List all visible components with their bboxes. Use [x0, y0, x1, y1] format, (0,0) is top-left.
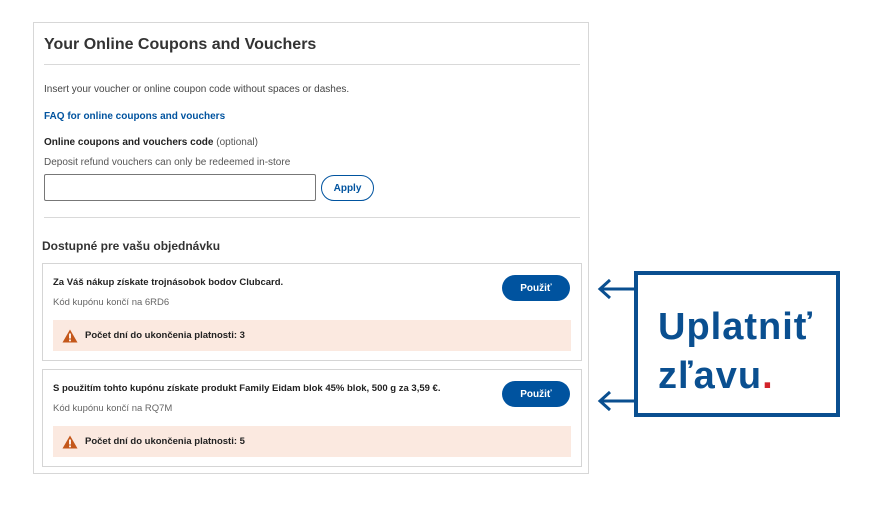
code-field-label: Online coupons and vouchers code (option…: [44, 137, 258, 148]
apply-button[interactable]: Apply: [321, 175, 374, 201]
callout-line-2-text: zľavu: [658, 355, 763, 397]
coupon-code-text: Kód kupónu končí na RQ7M: [53, 403, 173, 414]
faq-link[interactable]: FAQ for online coupons and vouchers: [44, 111, 225, 122]
callout-line-2: zľavu.: [658, 352, 813, 401]
instruction-text: Insert your voucher or online coupon cod…: [44, 84, 350, 95]
expiry-warning-text: Počet dní do ukončenia platnosti: 3: [85, 330, 245, 341]
expiry-warning: Počet dní do ukončenia platnosti: 3: [53, 320, 571, 351]
divider: [44, 217, 580, 218]
use-coupon-button[interactable]: Použiť: [502, 381, 570, 407]
use-coupon-button[interactable]: Použiť: [502, 275, 570, 301]
coupon-description: Za Váš nákup získate trojnásobok bodov C…: [53, 277, 284, 288]
expiry-warning-text: Počet dní do ukončenia platnosti: 5: [85, 436, 245, 447]
optional-label: (optional): [216, 137, 258, 148]
callout-dot: .: [762, 355, 774, 397]
page-title: Your Online Coupons and Vouchers: [44, 36, 317, 53]
callout-text: Uplatniť zľavu.: [658, 303, 813, 401]
coupons-panel: Your Online Coupons and Vouchers Insert …: [33, 22, 589, 474]
warning-triangle-icon: [62, 329, 78, 343]
warning-triangle-icon: [62, 435, 78, 449]
apply-discount-callout: Uplatniť zľavu.: [634, 271, 840, 417]
code-label-text: Online coupons and vouchers code: [44, 137, 214, 148]
deposit-note: Deposit refund vouchers can only be rede…: [44, 157, 291, 168]
callout-line-1: Uplatniť: [658, 306, 813, 348]
coupon-card: S použitím tohto kupónu získate produkt …: [42, 369, 582, 467]
available-heading: Dostupné pre vašu objednávku: [42, 239, 221, 253]
divider: [44, 64, 580, 65]
coupon-code-input[interactable]: [44, 174, 316, 201]
arrow-left-icon: [597, 390, 634, 412]
coupon-card: Za Váš nákup získate trojnásobok bodov C…: [42, 263, 582, 361]
expiry-warning: Počet dní do ukončenia platnosti: 5: [53, 426, 571, 457]
coupon-description: S použitím tohto kupónu získate produkt …: [53, 383, 441, 394]
arrow-left-icon: [597, 278, 634, 300]
coupon-code-text: Kód kupónu končí na 6RD6: [53, 297, 170, 308]
